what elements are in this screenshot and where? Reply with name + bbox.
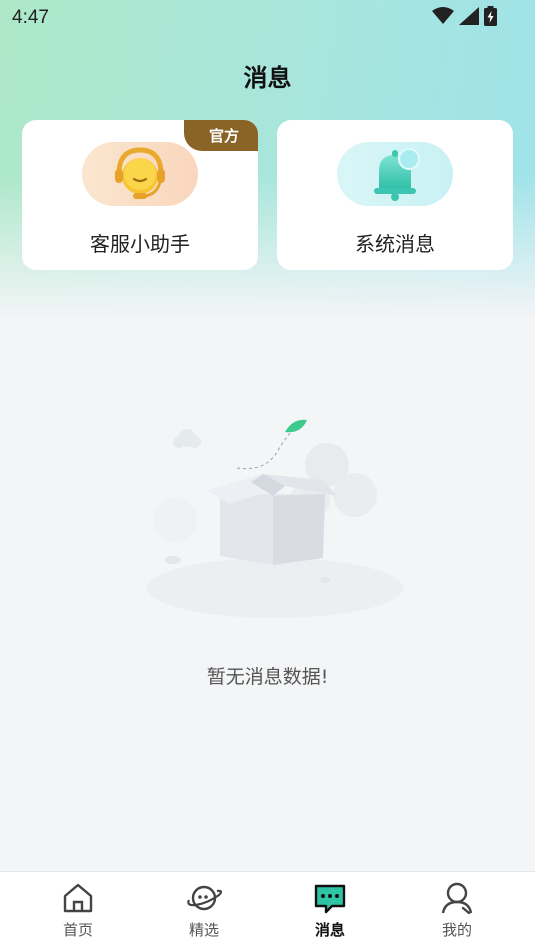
customer-service-card[interactable]: 官方 客服小助手: [22, 120, 258, 270]
battery-charging-icon: [484, 6, 497, 26]
empty-box-illustration: [147, 419, 403, 618]
card-icon-background: [82, 142, 198, 206]
status-bar: 4:47: [0, 0, 535, 36]
bottom-tab-bar: 首页 精选 消息 我的: [0, 871, 535, 952]
message-bubble-icon: [314, 884, 346, 914]
system-messages-label: 系统消息: [355, 232, 435, 256]
tab-featured[interactable]: 精选: [164, 880, 244, 946]
empty-state-text: 暂无消息数据!: [206, 666, 329, 688]
status-time: 4:47: [12, 7, 49, 28]
status-icons: [432, 6, 497, 26]
tab-profile-label: 我的: [441, 921, 472, 939]
tab-home-label: 首页: [62, 921, 93, 939]
user-icon: [441, 882, 473, 915]
wifi-icon: [432, 7, 454, 24]
headset-emoji-icon: [115, 147, 165, 199]
bell-icon: [374, 148, 420, 201]
system-messages-card[interactable]: 系统消息: [277, 120, 513, 270]
home-icon: [63, 883, 93, 913]
official-badge: 官方: [184, 120, 258, 151]
tab-messages[interactable]: 消息: [290, 880, 370, 946]
signal-icon: [459, 7, 479, 25]
tab-featured-label: 精选: [188, 921, 219, 939]
tab-home[interactable]: 首页: [38, 880, 118, 946]
planet-chat-icon: [187, 885, 222, 911]
customer-service-label: 客服小助手: [90, 232, 190, 256]
tab-profile[interactable]: 我的: [417, 880, 497, 946]
tab-messages-label: 消息: [314, 921, 345, 939]
page-title: 消息: [243, 64, 292, 92]
card-icon-background: [337, 142, 453, 206]
